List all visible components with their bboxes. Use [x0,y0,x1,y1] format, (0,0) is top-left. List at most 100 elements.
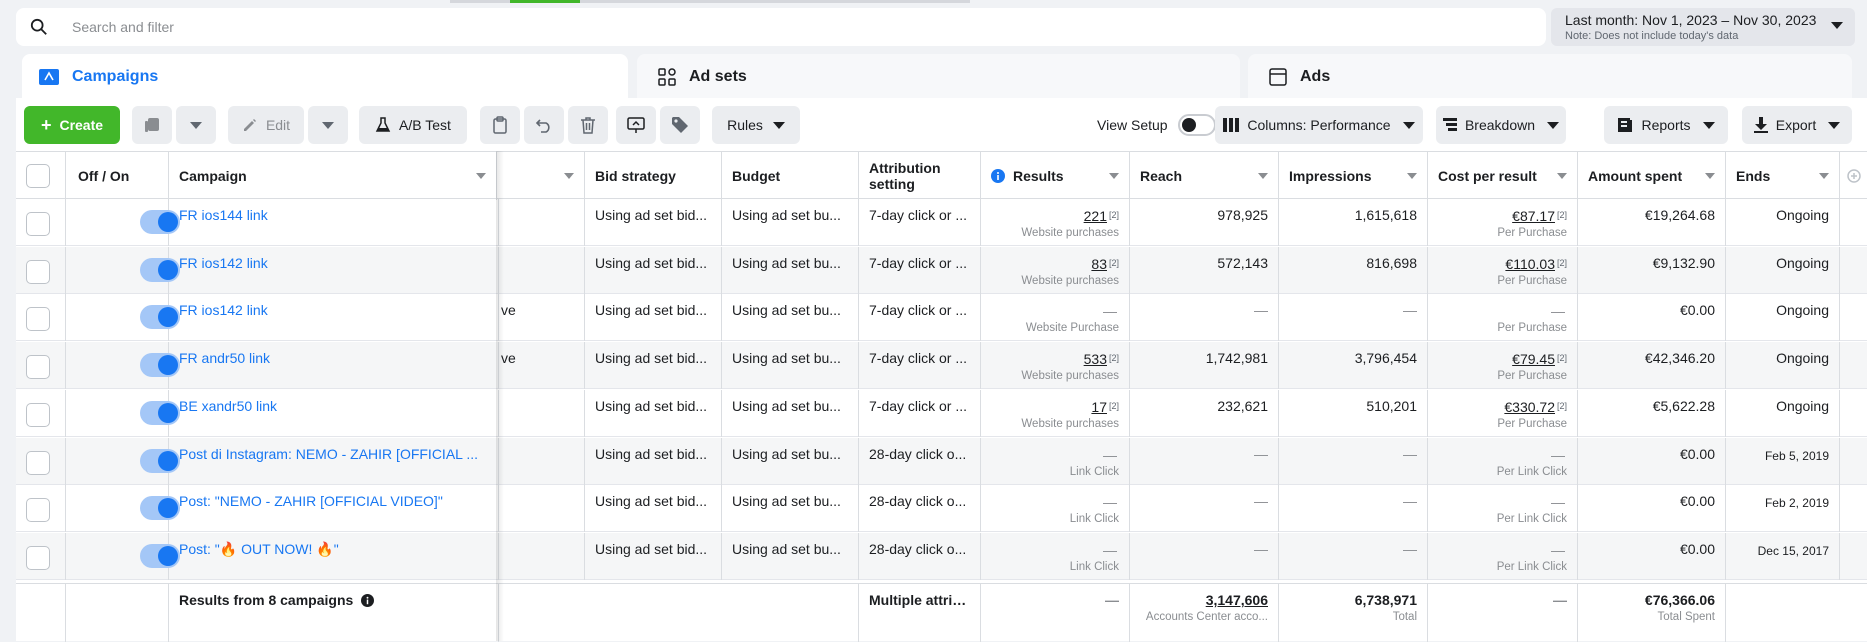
row-checkbox[interactable] [26,450,50,475]
delete-button[interactable] [568,106,608,144]
campaign-name-link[interactable]: FR ios144 link [179,199,488,224]
impressions-value: — [1403,540,1417,557]
table-row[interactable]: Post: "NEMO - ZAHIR [OFFICIAL VIDEO]" Usi… [16,485,1867,533]
search-input[interactable] [70,18,970,36]
results-value[interactable]: — [1103,447,1117,463]
header-amount-spent[interactable]: Amount spent [1578,152,1726,200]
row-toggle-cell [66,342,180,390]
row-checkbox[interactable] [26,498,50,523]
header-budget[interactable]: Budget [722,152,859,200]
view-setup-toggle[interactable] [1177,114,1216,136]
reports-button[interactable]: Reports [1604,106,1728,144]
row-toggle-cell [66,199,180,246]
row-checkbox[interactable] [26,545,50,570]
tag-button[interactable] [660,106,700,144]
campaign-name-link[interactable]: FR andr50 link [179,342,488,367]
breakdown-button[interactable]: Breakdown [1436,106,1566,144]
cpr-value[interactable]: — [1551,447,1565,463]
undo-button[interactable] [524,106,564,144]
tab-campaigns[interactable]: Campaigns [22,54,628,100]
cpr-value[interactable]: — [1551,494,1565,510]
cpr-value[interactable]: €87.17 [1512,208,1555,224]
header-off-on[interactable]: Off / On [66,152,169,200]
export-button[interactable]: Export [1742,106,1852,144]
results-value[interactable]: — [1103,494,1117,510]
preview-button[interactable] [616,106,656,144]
budget-cell: Using ad set bu... [722,294,859,342]
header-reach[interactable]: Reach [1130,152,1279,200]
header-ends[interactable]: Ends [1726,152,1840,200]
amount-spent-cell: €0.00 [1578,485,1726,533]
table-row[interactable]: FR ios142 link ve Using ad set bid... Using… [16,294,1867,342]
header-results[interactable]: Results [981,152,1130,200]
results-value[interactable]: 221 [1084,208,1107,224]
results-value[interactable]: 533 [1084,351,1107,367]
campaign-name-link[interactable]: Post: "NEMO - ZAHIR [OFFICIAL VIDEO]" [179,485,488,510]
row-checkbox[interactable] [26,259,50,284]
edit-button[interactable]: Edit [228,106,304,144]
campaign-name-link[interactable]: Post: "🔥 OUT NOW! 🔥" [179,533,488,558]
header-campaign[interactable]: Campaign [169,152,497,200]
campaign-name-cell: FR ios142 link [169,294,499,342]
row-checkbox[interactable] [26,307,50,332]
sort-icon [1705,173,1715,179]
campaign-name-link[interactable]: FR ios142 link [179,294,488,319]
rules-button[interactable]: Rules [712,106,800,144]
table-row[interactable]: Post di Instagram: NEMO - ZAHIR [OFFICIA… [16,437,1867,485]
header-delivery[interactable] [499,152,585,200]
add-column-button[interactable] [1840,152,1867,200]
cost-per-result-cell: €330.72 [2] Per Purchase [1428,389,1578,437]
row-checkbox[interactable] [26,212,50,236]
cpr-value[interactable]: — [1551,542,1565,558]
search-bar[interactable] [16,8,1546,46]
row-checkbox[interactable] [26,402,50,427]
duplicate-dropdown-button[interactable] [176,106,216,144]
header-cost-per-result[interactable]: Cost per result [1428,152,1578,200]
header-impressions[interactable]: Impressions [1279,152,1428,200]
duplicate-button[interactable] [132,106,172,144]
campaign-name-link[interactable]: FR ios142 link [179,247,488,272]
budget-cell: Using ad set bu... [722,389,859,437]
create-button[interactable]: + Create [24,106,120,144]
reach-cell: 572,143 [1130,246,1279,294]
attribution-cell: 7-day click or ... [859,294,981,342]
table-row[interactable]: FR andr50 link ve Using ad set bid... Using… [16,342,1867,390]
results-value[interactable]: — [1103,303,1117,319]
header-label: Campaign [179,168,247,184]
table-row[interactable]: FR ios142 link Using ad set bid... Using a… [16,246,1867,294]
bid-strategy-value: Using ad set bid... [595,493,708,510]
cpr-footnote: [2] [1556,210,1567,220]
results-value[interactable]: 17 [1091,399,1107,415]
cpr-value[interactable]: €79.45 [1512,351,1555,367]
ends-value: Ongoing [1776,254,1829,271]
summary-spacer [499,584,859,642]
cpr-value[interactable]: — [1551,303,1565,319]
attribution-value: 28-day click o... [869,445,967,462]
header-attribution[interactable]: Attribution setting [859,152,981,200]
download-icon [1753,117,1768,133]
date-range-picker[interactable]: Last month: Nov 1, 2023 – Nov 30, 2023 N… [1551,8,1855,46]
cpr-value[interactable]: €330.72 [1504,399,1555,415]
tab-ads[interactable]: Ads [1248,54,1852,100]
table-row[interactable]: Post: "🔥 OUT NOW! 🔥" Using ad set bid... U… [16,532,1867,580]
campaign-name-link[interactable]: Post di Instagram: NEMO - ZAHIR [OFFICIA… [179,438,488,463]
results-value[interactable]: — [1103,542,1117,558]
edit-dropdown-button[interactable] [308,106,348,144]
columns-button[interactable]: Columns: Performance [1215,106,1423,144]
clipboard-button[interactable] [480,106,520,144]
table-row[interactable]: FR ios144 link Using ad set bid... Using a… [16,199,1867,246]
header-bid-strategy[interactable]: Bid strategy [585,152,722,200]
tab-ad-sets[interactable]: Ad sets [637,54,1240,100]
campaign-name-link[interactable]: BE xandr50 link [179,390,488,415]
budget-value: Using ad set bu... [732,350,841,367]
info-icon[interactable] [361,594,375,607]
ab-test-button[interactable]: A/B Test [359,106,467,144]
results-value[interactable]: 83 [1091,256,1107,272]
cpr-value[interactable]: €110.03 [1505,256,1555,272]
summary-reach-value[interactable]: 3,147,606 [1140,584,1268,609]
view-setup[interactable]: View Setup [1097,106,1216,144]
select-all-checkbox[interactable] [26,164,50,188]
row-checkbox[interactable] [26,355,50,380]
table-row[interactable]: BE xandr50 link Using ad set bid... Using … [16,389,1867,437]
reach-cell: — [1130,437,1279,485]
